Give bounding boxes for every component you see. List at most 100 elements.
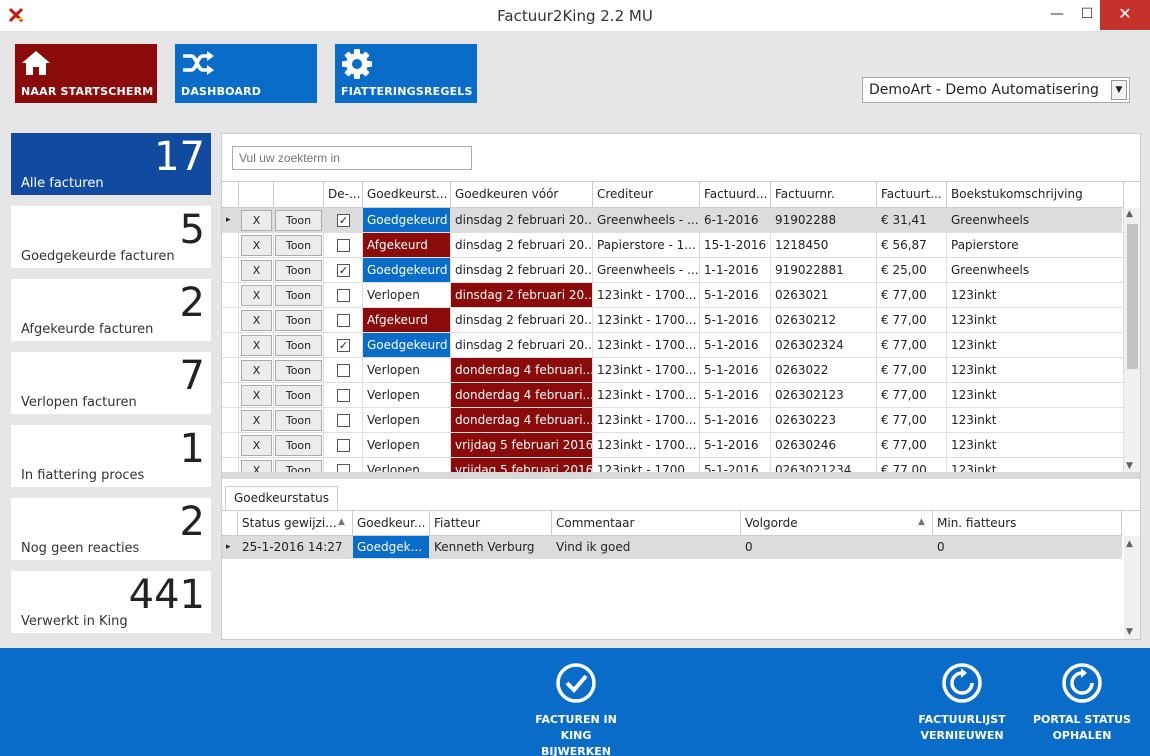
row-header[interactable] — [222, 233, 239, 258]
row-header[interactable] — [222, 408, 239, 433]
row-checkbox[interactable]: ✓ — [337, 339, 350, 352]
column-header[interactable]: Crediteur — [593, 182, 700, 208]
row-header[interactable] — [222, 433, 239, 458]
booking-description: 123inkt — [947, 308, 1124, 333]
row-header[interactable] — [222, 333, 239, 358]
delete-row-button[interactable]: X — [241, 235, 272, 256]
tile-in-approval-process[interactable]: 1 In fiattering proces — [11, 425, 211, 487]
show-invoice-button[interactable]: Toon — [275, 235, 322, 256]
show-invoice-button[interactable]: Toon — [275, 310, 322, 331]
tile-rejected-invoices[interactable]: 2 Afgekeurde facturen — [11, 279, 211, 341]
delete-cell: X — [239, 308, 274, 333]
tile-all-invoices[interactable]: 17 Alle facturen — [11, 133, 211, 195]
scroll-up-icon[interactable]: ▲ — [1126, 209, 1133, 219]
scroll-down-icon[interactable]: ▼ — [1126, 627, 1133, 637]
row-checkbox[interactable] — [337, 414, 350, 427]
column-header[interactable]: Factuurt... — [877, 182, 947, 208]
chevron-down-icon[interactable]: ▼ — [1111, 80, 1127, 100]
show-invoice-button[interactable]: Toon — [275, 385, 322, 406]
row-header[interactable] — [222, 258, 239, 283]
row-checkbox[interactable]: ✓ — [337, 214, 350, 227]
row-header[interactable] — [222, 383, 239, 408]
row-header[interactable] — [222, 308, 239, 333]
row-checkbox[interactable] — [337, 314, 350, 327]
fetch-portal-status-button[interactable]: PORTAL STATUS OPHALEN — [1030, 662, 1134, 744]
column-header[interactable]: Factuurnr. — [771, 182, 877, 208]
delete-row-button[interactable]: X — [241, 335, 272, 356]
minimize-button[interactable]: — — [1040, 0, 1074, 30]
column-header[interactable]: Factuurd... — [700, 182, 771, 208]
invoice-date: 1-1-2016 — [700, 258, 771, 283]
horizontal-scrollbar[interactable] — [222, 472, 1140, 479]
row-checkbox[interactable] — [337, 389, 350, 402]
grid-scrollbar[interactable]: ▲ ▼ — [1124, 208, 1140, 472]
row-header[interactable]: ▸ — [222, 536, 238, 559]
delete-row-button[interactable]: X — [241, 385, 272, 406]
update-in-king-button[interactable]: FACTUREN IN KING BIJWERKEN — [526, 662, 626, 756]
tile-processed-in-king[interactable]: 441 Verwerkt in King — [11, 571, 211, 633]
show-invoice-button[interactable]: Toon — [275, 260, 322, 281]
tile-expired-invoices[interactable]: 7 Verlopen facturen — [11, 352, 211, 414]
row-checkbox[interactable] — [337, 239, 350, 252]
show-cell: Toon — [274, 383, 324, 408]
creditor: 123inkt - 1700... — [593, 333, 700, 358]
due-date: dinsdag 2 februari 20... — [451, 208, 593, 233]
delete-row-button[interactable]: X — [241, 410, 272, 431]
scrollbar-thumb[interactable] — [1127, 224, 1138, 369]
show-invoice-button[interactable]: Toon — [275, 410, 322, 431]
column-header[interactable]: Min. fiatteurs — [933, 511, 1122, 536]
sort-ascending-icon: ▲ — [338, 517, 345, 527]
tile-label: Goedgekeurde facturen — [21, 249, 175, 264]
column-header[interactable]: Goedkeur... — [353, 511, 430, 536]
creditor: Greenwheels - ... — [593, 258, 700, 283]
booking-description: Greenwheels — [947, 208, 1124, 233]
column-header[interactable]: De-... — [324, 182, 363, 208]
show-invoice-button[interactable]: Toon — [275, 360, 322, 381]
delete-row-button[interactable]: X — [241, 260, 272, 281]
tile-approved-invoices[interactable]: 5 Goedgekeurde facturen — [11, 206, 211, 268]
booking-description: 123inkt — [947, 358, 1124, 383]
row-header[interactable] — [222, 358, 239, 383]
scroll-down-icon[interactable]: ▼ — [1126, 461, 1133, 471]
status-grid-scrollbar[interactable]: ▲ ▼ — [1124, 536, 1140, 639]
delete-row-button[interactable]: X — [241, 310, 272, 331]
column-header[interactable]: Goedkeuren vóór — [451, 182, 593, 208]
tile-no-responses[interactable]: 2 Nog geen reacties — [11, 498, 211, 560]
row-checkbox[interactable] — [337, 289, 350, 302]
scroll-up-icon[interactable]: ▲ — [1126, 539, 1133, 549]
column-header[interactable]: Volgorde — [741, 511, 933, 536]
show-invoice-button[interactable]: Toon — [275, 285, 322, 306]
rules-button[interactable]: FIATTERINGSREGELS — [335, 44, 477, 103]
delete-row-button[interactable]: X — [241, 285, 272, 306]
home-button[interactable]: NAAR STARTSCHERM — [15, 44, 157, 103]
company-select-value: DemoArt - Demo Automatisering — [869, 82, 1099, 98]
delete-row-button[interactable]: X — [241, 210, 272, 231]
rules-button-label: FIATTERINGSREGELS — [341, 85, 473, 98]
column-header[interactable]: Status gewijzi... — [238, 511, 353, 536]
row-checkbox[interactable] — [337, 364, 350, 377]
company-select[interactable]: DemoArt - Demo Automatisering ▼ — [862, 77, 1130, 103]
column-header[interactable]: Fiatteur — [430, 511, 552, 536]
search-input[interactable] — [232, 146, 472, 170]
refresh-icon — [1062, 663, 1102, 703]
show-cell: Toon — [274, 433, 324, 458]
delete-row-button[interactable]: X — [241, 360, 272, 381]
delete-row-button[interactable]: X — [241, 435, 272, 456]
row-header[interactable]: ▸ — [222, 208, 239, 233]
show-invoice-button[interactable]: Toon — [275, 435, 322, 456]
delete-cell: X — [239, 208, 274, 233]
row-checkbox[interactable]: ✓ — [337, 264, 350, 277]
column-header[interactable]: Goedkeurst... — [363, 182, 451, 208]
invoice-number: 0263022 — [771, 358, 877, 383]
row-checkbox[interactable] — [337, 439, 350, 452]
close-button[interactable]: ✕ — [1100, 0, 1150, 30]
tab-goedkeurstatus[interactable]: Goedkeurstatus — [225, 486, 338, 511]
column-header[interactable]: Commentaar — [552, 511, 741, 536]
row-header[interactable] — [222, 283, 239, 308]
column-header[interactable]: Boekstukomschrijving — [947, 182, 1124, 208]
maximize-button[interactable]: ☐ — [1070, 0, 1104, 30]
dashboard-button[interactable]: DASHBOARD — [175, 44, 317, 103]
show-invoice-button[interactable]: Toon — [275, 210, 322, 231]
refresh-invoice-list-button[interactable]: FACTUURLIJST VERNIEUWEN — [912, 662, 1012, 744]
show-invoice-button[interactable]: Toon — [275, 335, 322, 356]
